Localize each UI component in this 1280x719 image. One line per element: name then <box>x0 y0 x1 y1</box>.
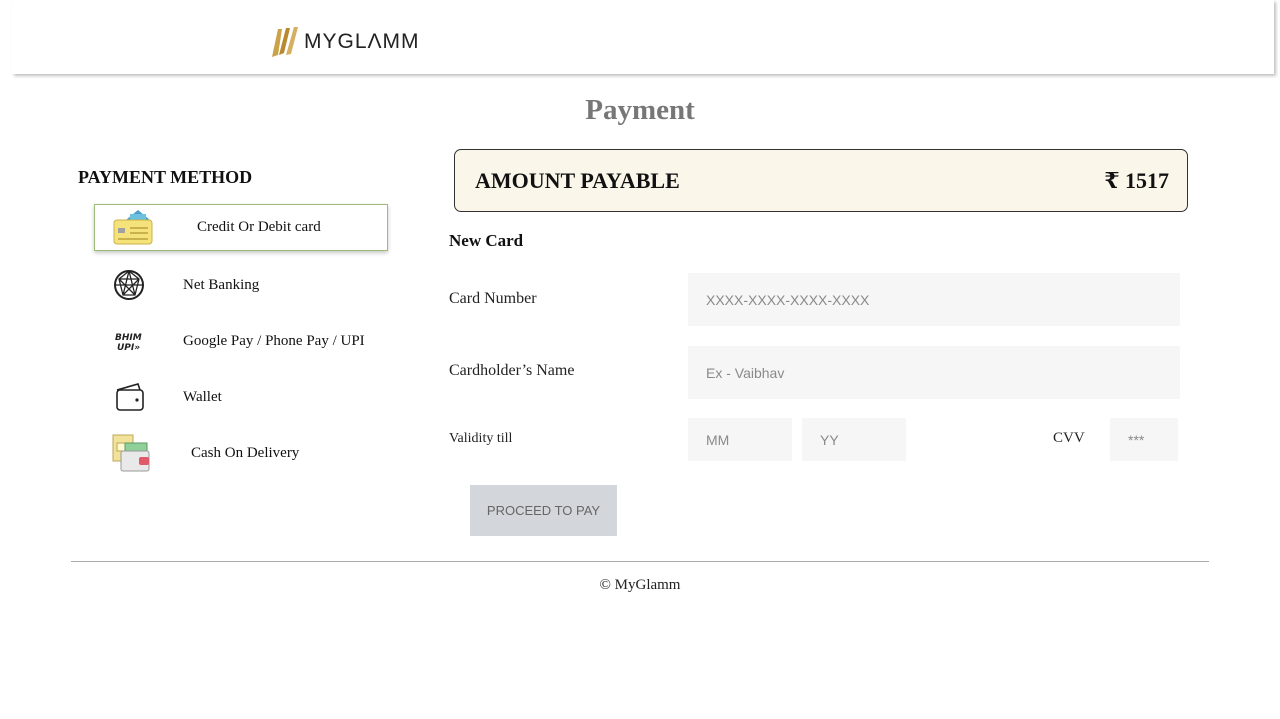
payment-option-card[interactable]: Credit Or Debit card <box>94 204 388 251</box>
expiry-year-input[interactable] <box>802 418 906 461</box>
cvv-input[interactable] <box>1110 418 1178 461</box>
payment-option-upi[interactable]: BHIM UPI» Google Pay / Phone Pay / UPI <box>94 322 388 360</box>
proceed-to-pay-button[interactable]: PROCEED TO PAY <box>470 485 617 536</box>
wallet-icon <box>116 383 144 411</box>
validity-label: Validity till <box>449 431 513 446</box>
expiry-month-input[interactable] <box>688 418 792 461</box>
payment-option-label: Credit Or Debit card <box>197 219 321 235</box>
logo-text: MYGLΛMM <box>304 30 420 53</box>
new-card-heading: New Card <box>449 231 524 250</box>
svg-text:BHIM: BHIM <box>115 333 142 343</box>
globe-network-icon <box>114 270 144 300</box>
myglamm-logo[interactable]: MYGLΛMM <box>270 24 420 60</box>
payment-option-label: Google Pay / Phone Pay / UPI <box>183 333 365 349</box>
payment-option-wallet[interactable]: Wallet <box>94 378 388 416</box>
payment-option-netbanking[interactable]: Net Banking <box>94 266 388 304</box>
payment-option-label: Cash On Delivery <box>191 445 300 461</box>
payment-option-cod[interactable]: Cash On Delivery <box>94 432 388 474</box>
payment-option-label: Net Banking <box>183 277 260 293</box>
svg-text:UPI»: UPI» <box>117 343 140 353</box>
cardholder-name-input[interactable] <box>688 346 1180 399</box>
site-header: MYGLΛMM <box>12 0 1274 74</box>
page-title: Payment <box>585 94 695 126</box>
copyright-text: © MyGlamm <box>599 577 681 593</box>
amount-payable-box: AMOUNT PAYABLE ₹ 1517 <box>454 149 1188 212</box>
amount-payable-value: ₹ 1517 <box>1104 168 1169 193</box>
amount-payable-label: AMOUNT PAYABLE <box>475 168 680 193</box>
cash-on-delivery-icon <box>112 434 150 472</box>
card-number-label: Card Number <box>449 290 537 307</box>
card-number-input[interactable] <box>688 273 1180 326</box>
cvv-label: CVV <box>1053 430 1085 446</box>
payment-method-heading: PAYMENT METHOD <box>78 167 253 187</box>
footer-divider <box>71 561 1209 562</box>
myglamm-logo-icon <box>272 27 298 57</box>
credit-card-icon <box>113 210 153 245</box>
bhim-upi-icon: BHIM UPI» <box>115 333 142 353</box>
payment-option-label: Wallet <box>183 389 222 405</box>
cardholder-name-label: Cardholder’s Name <box>449 362 575 379</box>
